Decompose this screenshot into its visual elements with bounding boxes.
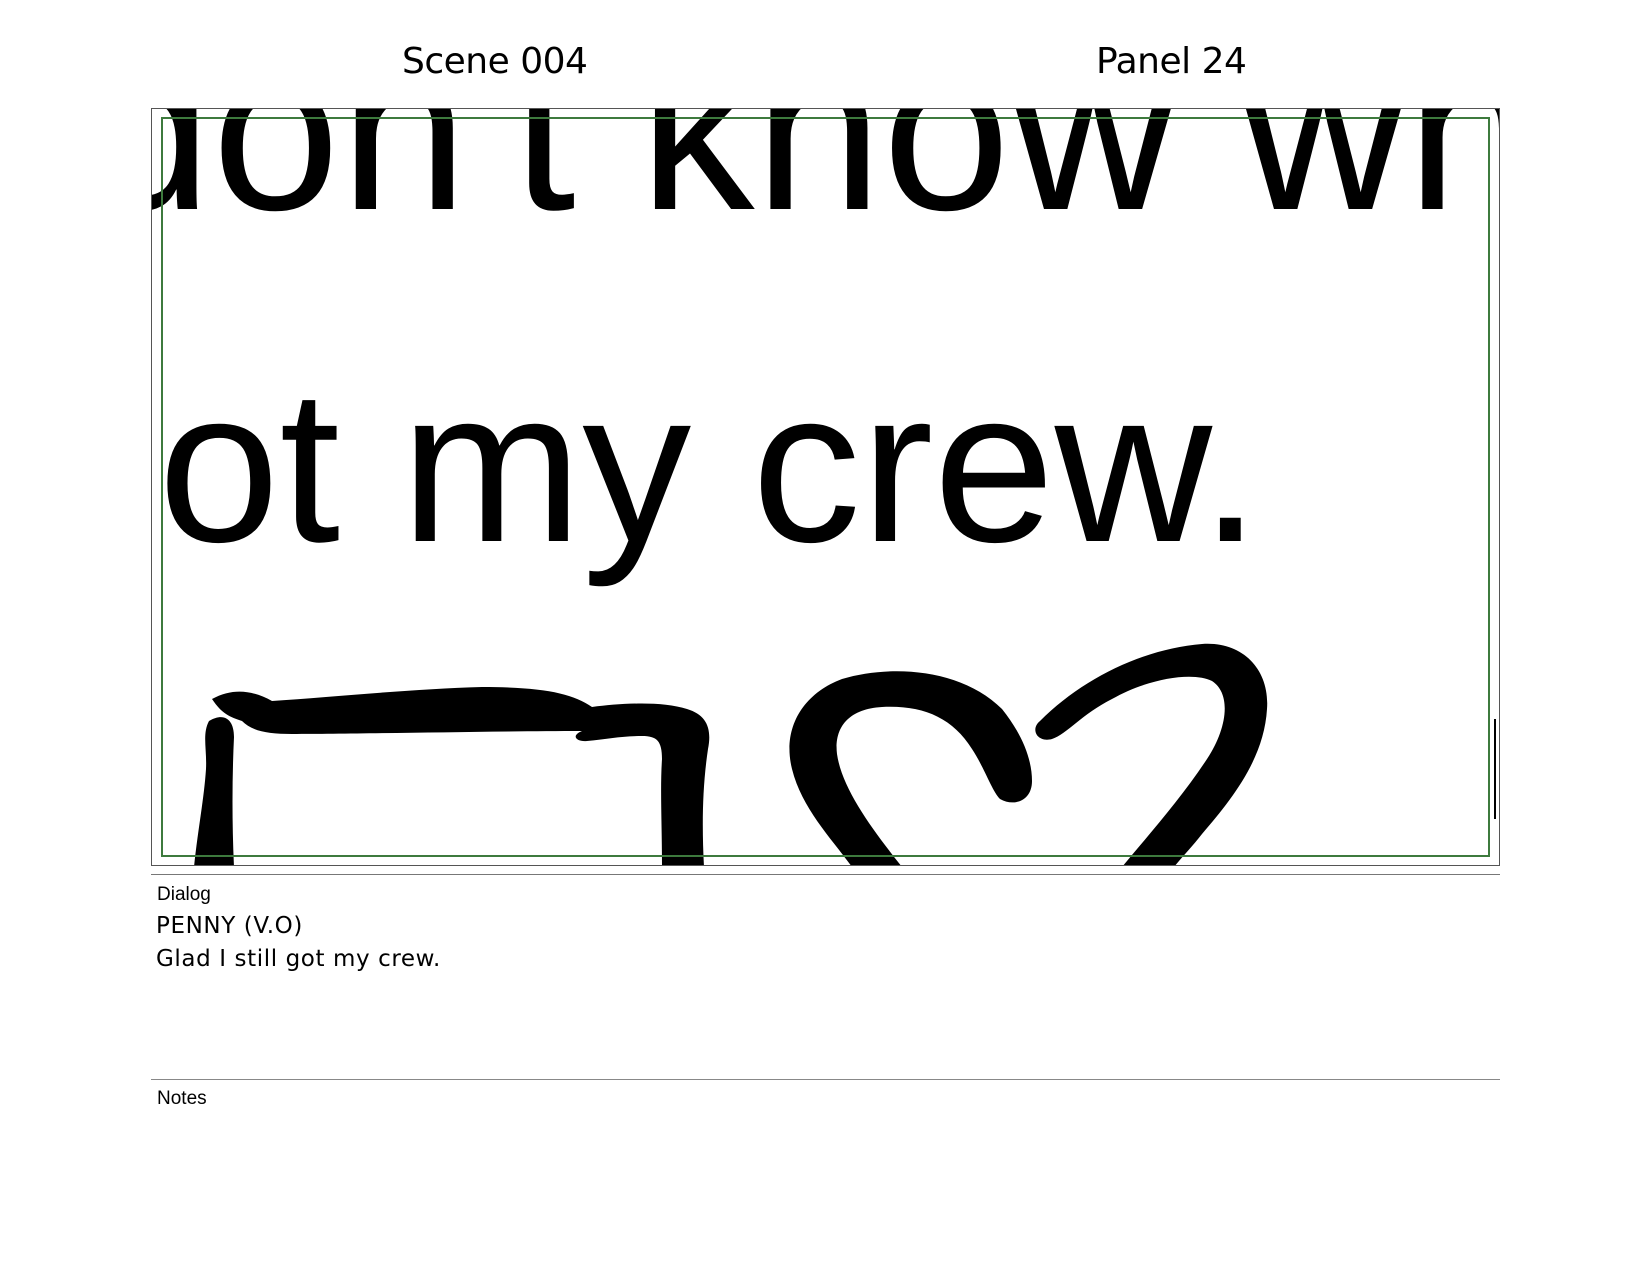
brush-stroke-shapes: [194, 643, 1496, 865]
panel-divider: [151, 874, 1500, 875]
dialog-text[interactable]: Glad I still got my crew.: [156, 946, 441, 972]
storyboard-panel[interactable]: don't know wh got my crew.: [151, 108, 1500, 866]
panel-text-line-2: got my crew.: [152, 345, 1261, 588]
panel-drawing: don't know wh got my crew.: [152, 109, 1500, 865]
notes-divider: [151, 1079, 1500, 1080]
dialog-section-label: Dialog: [157, 884, 211, 905]
dialog-speaker[interactable]: PENNY (V.O): [156, 913, 303, 939]
panel-text-line-1: don't know wh: [152, 109, 1500, 258]
scene-number: Scene 004: [402, 41, 588, 82]
panel-number: Panel 24: [1096, 41, 1247, 82]
notes-section-label: Notes: [157, 1088, 207, 1109]
